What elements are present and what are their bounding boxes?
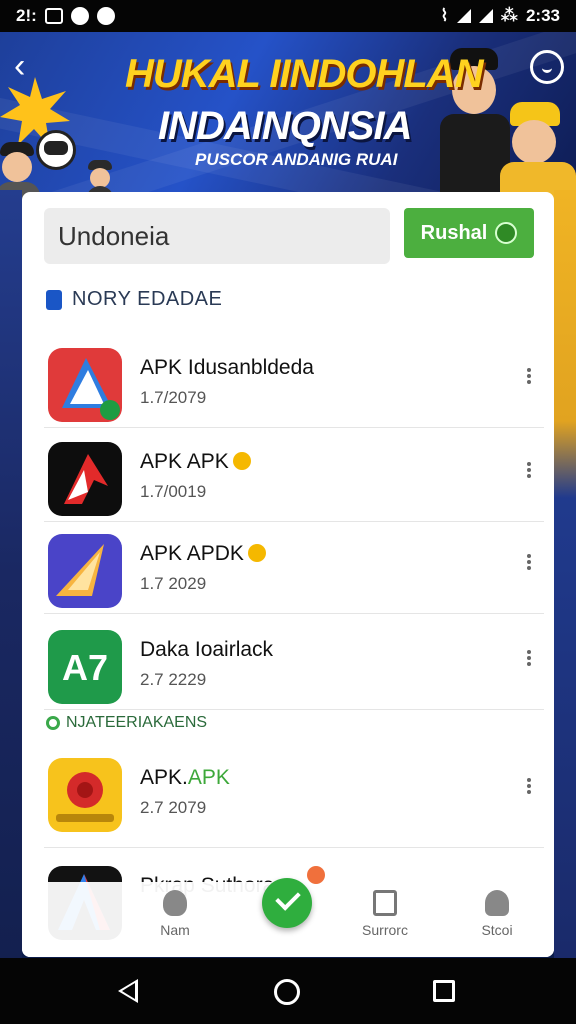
section-header: NORY EDADAE	[46, 288, 222, 311]
settings-notification-icon	[96, 7, 115, 25]
app-name: APK APDK	[140, 542, 266, 566]
search-button-label: Rushal	[420, 221, 488, 244]
app-version: 2.7 2229	[140, 670, 207, 689]
battery-icon: ⁂	[500, 6, 518, 25]
banner-subtitle: INDAINQNSIA	[158, 104, 412, 148]
nav-list-label: Surrorc	[362, 922, 408, 938]
more-options-icon[interactable]	[524, 648, 534, 674]
list-item[interactable]: APK Idusanbldeda 1.7/2079	[44, 338, 544, 428]
search-bar: Rushal	[44, 208, 534, 264]
app-icon-play-arrow	[48, 348, 122, 422]
more-options-icon[interactable]	[524, 366, 534, 392]
app-notification-icon	[70, 7, 89, 25]
app-icon-yellow-gear	[48, 758, 122, 832]
user-icon	[485, 890, 509, 916]
section-title: NORY EDADAE	[72, 288, 223, 310]
more-options-icon[interactable]	[524, 552, 534, 578]
app-name: APK APK	[140, 450, 251, 474]
lightbulb-icon	[247, 544, 266, 562]
list-item[interactable]: APK.APK 2.7 2079	[44, 748, 544, 848]
section2-title: NJATEERIAKAENS	[66, 714, 208, 731]
list-icon	[373, 890, 397, 916]
notification-dot	[307, 866, 325, 884]
search-input[interactable]	[44, 208, 390, 264]
list-item[interactable]: APK APDK 1.7 2029	[44, 524, 544, 614]
side-decoration-left	[0, 190, 22, 960]
section-header-2: NJATEERIAKAENS	[46, 714, 207, 732]
banner-title: HUKAL IINDOHLAN	[125, 52, 484, 96]
robot-mascot-icon	[36, 130, 76, 170]
nav-home[interactable]: Nam	[140, 890, 210, 938]
app-version: 1.7/0019	[140, 482, 207, 501]
nav-profile-label: Stcoi	[481, 922, 513, 938]
bottom-navigation: Nam Surrorc Stcoi	[22, 866, 554, 957]
worker-figure	[500, 102, 576, 202]
nav-list[interactable]: Surrorc	[350, 890, 420, 938]
ring-icon	[46, 716, 60, 730]
list-item[interactable]: APK APK 1.7/0019	[44, 432, 544, 522]
app-name: APK.APK	[140, 766, 230, 789]
status-bar: 2!: ⌇ ⁂ 2:33	[0, 0, 576, 32]
notification-icon	[44, 8, 63, 24]
status-time-right: 2:33	[525, 6, 560, 25]
system-back-icon[interactable]	[118, 979, 138, 1003]
search-button[interactable]: Rushal	[404, 208, 534, 258]
leaf-icon	[495, 222, 518, 244]
app-version: 1.7 2029	[140, 574, 207, 593]
home-icon	[163, 890, 187, 916]
status-time-left: 2!:	[16, 6, 37, 25]
signal-icon-2	[478, 9, 493, 23]
app-name: APK Idusanbldeda	[140, 356, 314, 379]
app-version: 2.7 2079	[140, 798, 207, 817]
side-decoration-right	[554, 190, 576, 960]
bookmark-icon	[46, 289, 62, 310]
nav-profile[interactable]: Stcoi	[462, 890, 532, 938]
app-icon-av-logo: A7	[48, 630, 122, 704]
more-options-icon[interactable]	[524, 776, 534, 802]
app-icon-paper-plane	[48, 534, 122, 608]
more-options-icon[interactable]	[524, 460, 534, 486]
app-list-card: Rushal NORY EDADAE APK Idusanbldeda 1.7/…	[22, 192, 554, 957]
back-button[interactable]: ‹	[14, 49, 50, 86]
promo-banner: HUKAL IINDOHLAN INDAINQNSIA PUSCOR ANDAN…	[0, 32, 576, 202]
nav-home-label: Nam	[160, 922, 190, 938]
system-navigation-bar	[0, 958, 576, 1024]
profile-face-icon[interactable]	[530, 50, 564, 84]
list-item[interactable]: A7 Daka Ioairlack 2.7 2229	[44, 620, 544, 710]
app-version: 1.7/2079	[140, 388, 207, 407]
banner-tagline: PUSCOR ANDANIG RUAI	[195, 150, 398, 169]
system-recents-icon[interactable]	[433, 980, 455, 1002]
signal-icon	[456, 9, 471, 23]
app-name: Daka Ioairlack	[140, 638, 274, 661]
svg-text:A7: A7	[62, 647, 108, 688]
check-fab-button[interactable]	[262, 878, 312, 928]
wifi-icon: ⌇	[440, 6, 449, 25]
lightbulb-icon	[232, 452, 251, 470]
system-home-icon[interactable]	[274, 979, 300, 1005]
app-icon-red-arrow	[48, 442, 122, 516]
